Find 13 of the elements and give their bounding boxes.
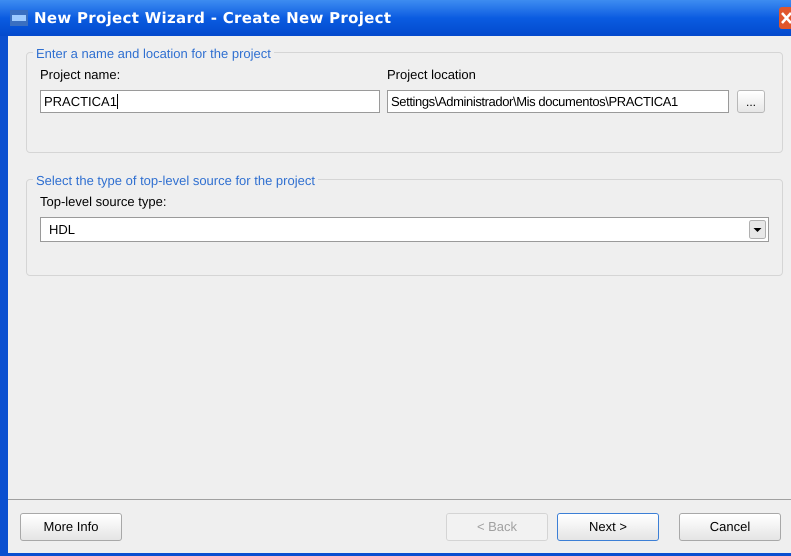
more-info-button[interactable]: More Info (20, 512, 122, 540)
close-icon[interactable] (779, 7, 791, 29)
field-label: Project location (387, 66, 477, 84)
field-label: Top-level source type: (40, 193, 168, 211)
source-type-dropdown[interactable]: HDL (40, 217, 769, 242)
app-icon (10, 10, 28, 26)
cancel-button[interactable]: Cancel (679, 512, 781, 540)
project-location-field[interactable]: Settings\Administrador\Mis documentos\PRACTICA1 (387, 90, 729, 113)
window-title: New Project Wizard - Create New Project (34, 8, 392, 29)
project-name-field[interactable]: PRACTICA1 (40, 90, 380, 113)
next-button[interactable]: Next > (557, 512, 659, 540)
field-label: Project name: (40, 66, 122, 84)
browse-button[interactable]: ... (737, 90, 765, 113)
